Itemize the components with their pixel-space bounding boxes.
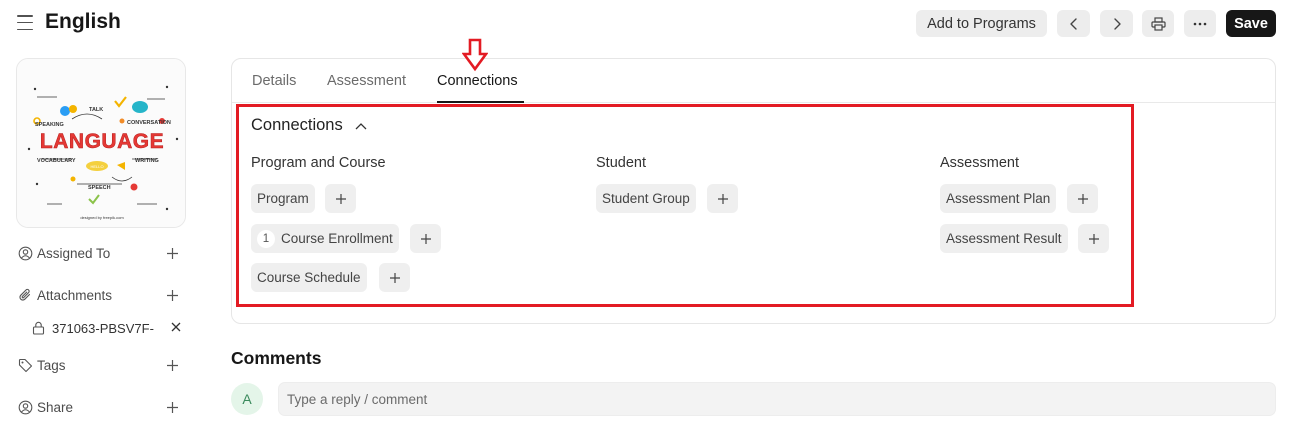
thumb-word-conversation: CONVERSATION [127,120,171,126]
add-assignee-icon[interactable] [163,244,181,262]
add-attachment-icon[interactable] [163,286,181,304]
attachment-filename: 371063-PBSV7F- [52,320,154,336]
page-title: English [45,10,121,33]
print-button[interactable] [1142,10,1174,37]
lock-icon [32,321,46,335]
thumb-word-writing: WRITING [135,158,159,164]
annotation-arrow-icon [462,38,488,72]
tag-icon [17,357,33,373]
save-button[interactable]: Save [1226,10,1276,37]
comment-input[interactable] [278,382,1276,416]
tab-bar: Details Assessment Connections [232,59,1275,103]
tab-details[interactable]: Details [252,73,296,89]
attachments-label: Attachments [37,287,113,303]
paperclip-icon [17,287,33,303]
more-dots-icon [1193,22,1207,25]
chevron-right-icon [1113,17,1121,30]
thumb-word-talk: TALK [89,107,103,113]
attachment-item[interactable]: 371063-PBSV7F- [32,318,192,338]
previous-button[interactable] [1057,10,1090,37]
more-button[interactable] [1184,10,1216,37]
avatar: A [231,383,263,415]
thumb-word-speaking: SPEAKING [35,122,64,128]
add-to-programs-button[interactable]: Add to Programs [916,10,1047,37]
thumb-credit: designed by freepik.com [80,215,124,220]
tags-label: Tags [37,357,66,373]
sidebar-assigned-to[interactable]: Assigned To [17,242,183,264]
assigned-to-label: Assigned To [37,245,111,261]
hamburger-icon[interactable] [17,15,33,30]
thumb-word-hello: HELLO [90,164,103,169]
thumb-word-speech: SPEECH [88,185,111,191]
language-illustration: LANGUAGE TALK SPEAKING CONVERSATION VOCA… [17,59,185,227]
tab-assessment[interactable]: Assessment [327,73,406,89]
active-tab-indicator [437,101,524,103]
chevron-left-icon [1069,17,1077,30]
share-user-icon [17,399,33,415]
sidebar-share[interactable]: Share [17,396,183,418]
share-label: Share [37,399,74,415]
add-share-icon[interactable] [163,398,181,416]
sidebar-attachments[interactable]: Attachments [17,284,183,306]
annotation-highlight-box [236,104,1134,307]
remove-attachment-icon[interactable] [170,321,184,335]
comments-title: Comments [231,348,322,368]
course-image[interactable]: LANGUAGE TALK SPEAKING CONVERSATION VOCA… [16,58,186,228]
next-button[interactable] [1100,10,1133,37]
printer-icon [1150,16,1166,31]
tab-connections[interactable]: Connections [437,73,518,89]
sidebar-tags[interactable]: Tags [17,354,183,376]
add-tag-icon[interactable] [163,356,181,374]
thumb-word-vocabulary: VOCABULARY [37,158,76,164]
user-circle-icon [17,245,33,261]
thumb-headline: LANGUAGE [40,130,164,153]
